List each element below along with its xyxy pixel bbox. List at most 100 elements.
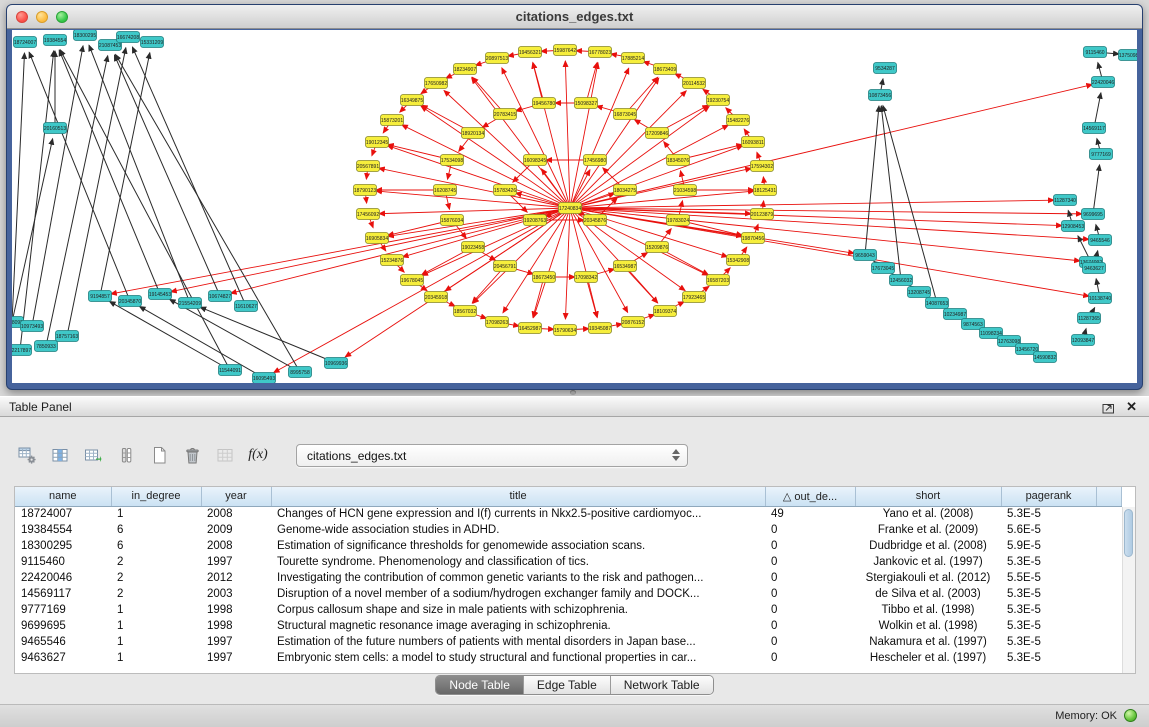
table-cell[interactable]: de Silva et al. (2003): [855, 586, 1001, 602]
table-cell[interactable]: 18300295: [15, 538, 111, 554]
table-disabled-button[interactable]: [212, 442, 238, 468]
graph-node[interactable]: 9115460: [1084, 47, 1107, 58]
graph-node[interactable]: 20345918: [425, 292, 448, 303]
graph-node[interactable]: 17098342: [575, 272, 598, 283]
table-selector-combo[interactable]: citations_edges.txt: [296, 444, 688, 467]
table-cell[interactable]: 1: [111, 506, 201, 522]
table-cell[interactable]: 1998: [201, 602, 271, 618]
table-cell[interactable]: Changes of HCN gene expression and I(f) …: [271, 506, 765, 522]
graph-node[interactable]: 17456092: [357, 209, 380, 220]
table-cell[interactable]: 5.6E-5: [1001, 522, 1096, 538]
graph-node[interactable]: 9465546: [1089, 235, 1112, 246]
table-cell[interactable]: 5.3E-5: [1001, 634, 1096, 650]
graph-node[interactable]: 9194857: [89, 291, 112, 302]
graph-node[interactable]: 20783415: [494, 109, 517, 120]
table-cell[interactable]: 0: [765, 618, 855, 634]
graph-node[interactable]: 16093811: [742, 137, 765, 148]
graph-node[interactable]: 15342908: [727, 255, 750, 266]
graph-node[interactable]: 15987642: [554, 45, 577, 56]
tab-node-table[interactable]: Node Table: [436, 676, 524, 694]
table-cell[interactable]: [1096, 586, 1121, 602]
table-row[interactable]: 1872400712008Changes of HCN gene express…: [15, 506, 1121, 522]
table-cell[interactable]: [1096, 602, 1121, 618]
table-cell[interactable]: 1997: [201, 634, 271, 650]
table-cell[interactable]: Tourette syndrome. Phenomenology and cla…: [271, 554, 765, 570]
column-header[interactable]: year: [201, 487, 271, 506]
column-header[interactable]: [1096, 487, 1121, 506]
graph-node[interactable]: 19230754: [707, 95, 730, 106]
function-builder-button[interactable]: f(x): [245, 442, 271, 468]
minimize-window-button[interactable]: [36, 11, 48, 23]
table-row[interactable]: 911546021997Tourette syndrome. Phenomeno…: [15, 554, 1121, 570]
table-row[interactable]: 1456911722003Disruption of a novel membe…: [15, 586, 1121, 602]
graph-node[interactable]: 20567891: [357, 161, 380, 172]
table-cell[interactable]: 9465546: [15, 634, 111, 650]
window-titlebar[interactable]: citations_edges.txt: [7, 5, 1142, 29]
graph-node[interactable]: 18234907: [454, 64, 477, 75]
table-cell[interactable]: Stergiakouli et al. (2012): [855, 570, 1001, 586]
graph-node[interactable]: 20160513: [44, 123, 67, 134]
scrollbar-thumb[interactable]: [1124, 509, 1133, 557]
table-cell[interactable]: 5.3E-5: [1001, 618, 1096, 634]
table-cell[interactable]: Structural magnetic resonance image aver…: [271, 618, 765, 634]
table-cell[interactable]: 6: [111, 522, 201, 538]
table-cell[interactable]: 2003: [201, 586, 271, 602]
graph-node[interactable]: 19012345: [366, 137, 389, 148]
graph-node[interactable]: 10674827: [209, 291, 232, 302]
table-cell[interactable]: Disruption of a novel member of a sodium…: [271, 586, 765, 602]
graph-node[interactable]: 15234876: [381, 255, 404, 266]
table-cell[interactable]: 0: [765, 634, 855, 650]
graph-node[interactable]: 20114532: [683, 78, 706, 89]
table-cell[interactable]: 2: [111, 554, 201, 570]
graph-node[interactable]: 20123879: [751, 209, 774, 220]
table-row[interactable]: 2242004622012Investigating the contribut…: [15, 570, 1121, 586]
graph-node[interactable]: 15482276: [727, 115, 750, 126]
graph-node[interactable]: 14569117: [1083, 123, 1106, 134]
float-panel-icon[interactable]: [1102, 401, 1115, 413]
graph-node[interactable]: 19456780: [533, 98, 556, 109]
graph-node[interactable]: 18724007: [14, 37, 37, 48]
graph-node[interactable]: 15331209: [141, 37, 164, 48]
tab-edge-table[interactable]: Edge Table: [524, 676, 611, 694]
column-header[interactable]: name: [15, 487, 111, 506]
graph-node[interactable]: 12093847: [1072, 335, 1095, 346]
table-cell[interactable]: 6: [111, 538, 201, 554]
graph-node[interactable]: 10234987: [944, 309, 967, 320]
table-cell[interactable]: 0: [765, 570, 855, 586]
graph-node[interactable]: 9777169: [1090, 149, 1113, 160]
table-row[interactable]: 969969511998Structural magnetic resonanc…: [15, 618, 1121, 634]
graph-node[interactable]: 15790634: [554, 325, 577, 336]
graph-node[interactable]: 9534287: [874, 63, 897, 74]
graph-node[interactable]: 16349875: [401, 95, 424, 106]
table-cell[interactable]: Dudbridge et al. (2008): [855, 538, 1001, 554]
graph-node[interactable]: 18920134: [462, 128, 485, 139]
graph-node[interactable]: 13208745: [908, 287, 931, 298]
column-header[interactable]: short: [855, 487, 1001, 506]
column-header[interactable]: title: [271, 487, 765, 506]
table-cell[interactable]: 49: [765, 506, 855, 522]
graph-node[interactable]: 16778023: [589, 47, 612, 58]
graph-node[interactable]: 20897513: [486, 53, 509, 64]
column-settings-button[interactable]: [47, 442, 73, 468]
graph-node[interactable]: 19345087: [589, 323, 612, 334]
table-cell[interactable]: Wolkin et al. (1998): [855, 618, 1001, 634]
table-cell[interactable]: [1096, 650, 1121, 666]
table-cell[interactable]: 1998: [201, 618, 271, 634]
graph-node[interactable]: 19023458: [462, 242, 485, 253]
table-cell[interactable]: 18724007: [15, 506, 111, 522]
table-row[interactable]: 1830029562008Estimation of significance …: [15, 538, 1121, 554]
graph-node[interactable]: 16534987: [614, 261, 637, 272]
graph-node[interactable]: 21034598: [674, 185, 697, 196]
graph-node[interactable]: 17534098: [441, 155, 464, 166]
graph-node[interactable]: 17456980: [584, 155, 607, 166]
graph-node[interactable]: 10973493: [21, 321, 44, 332]
table-cell[interactable]: 0: [765, 650, 855, 666]
table-cell[interactable]: 5.3E-5: [1001, 650, 1096, 666]
table-cell[interactable]: 5.9E-5: [1001, 538, 1096, 554]
graph-node[interactable]: 17240834: [559, 203, 582, 214]
splitter-grip[interactable]: [570, 390, 576, 395]
graph-node[interactable]: 11287365: [1078, 313, 1101, 324]
table-row[interactable]: 946554611997Estimation of the future num…: [15, 634, 1121, 650]
graph-node[interactable]: 18125431: [754, 185, 777, 196]
table-cell[interactable]: 5.5E-5: [1001, 570, 1096, 586]
